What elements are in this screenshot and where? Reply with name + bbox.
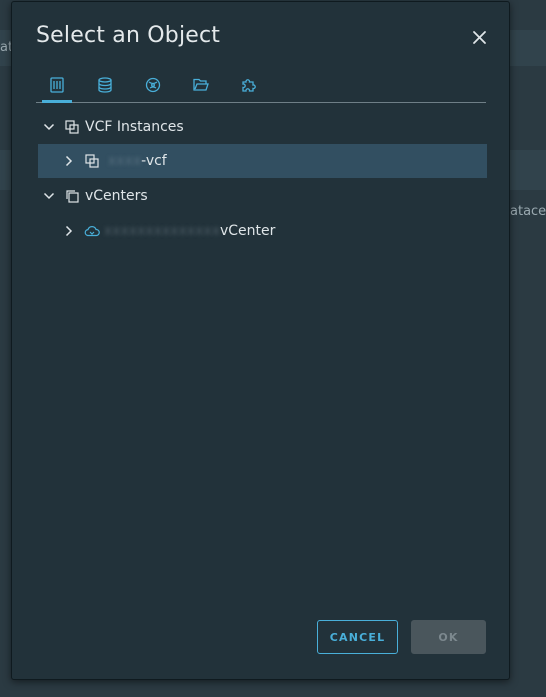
vcenter-server-icon (84, 223, 100, 239)
redacted-name: xxxxxxxxxxxxxx (104, 223, 220, 239)
tab-datastores[interactable] (88, 76, 122, 102)
vcf-instance-icon (84, 153, 100, 169)
network-icon (144, 76, 162, 98)
tree-node-label: -vcf (141, 153, 167, 169)
tree-node-label: vCenters (85, 188, 148, 204)
chevron-right-icon[interactable] (62, 224, 76, 238)
datacenter-icon (48, 76, 66, 98)
tab-plugins[interactable] (232, 76, 266, 102)
tree-node-vcf-item[interactable]: xxxx -vcf (38, 144, 487, 178)
redacted-name: xxxx (108, 153, 142, 169)
tab-folders[interactable] (184, 76, 218, 102)
chevron-down-icon[interactable] (42, 189, 56, 203)
dialog-title: Select an Object (36, 23, 221, 48)
background-text-fragment: atace (510, 204, 546, 219)
tree-node-vcenter-item[interactable]: xxxxxxxxxxxxxx vCenter (38, 214, 487, 248)
vcenters-icon (64, 188, 80, 204)
tree-node-vcf-instances[interactable]: VCF Instances (38, 110, 487, 144)
datastore-icon (96, 76, 114, 98)
plugin-icon (240, 76, 258, 98)
folder-icon (192, 76, 210, 98)
cancel-button[interactable]: CANCEL (317, 620, 398, 654)
tree-node-label: VCF Instances (85, 119, 184, 135)
tree-node-label: vCenter (220, 223, 276, 239)
close-icon[interactable] (470, 28, 490, 48)
select-object-dialog: Select an Object VCF Instances xxxx -vcf… (11, 1, 510, 680)
chevron-down-icon[interactable] (42, 120, 56, 134)
vcf-instances-icon (64, 119, 80, 135)
object-type-tabs (36, 72, 486, 103)
tab-networks[interactable] (136, 76, 170, 102)
tree-node-vcenters[interactable]: vCenters (38, 179, 487, 213)
ok-button[interactable]: OK (411, 620, 486, 654)
chevron-right-icon[interactable] (62, 154, 76, 168)
tab-datacenters[interactable] (40, 76, 74, 103)
